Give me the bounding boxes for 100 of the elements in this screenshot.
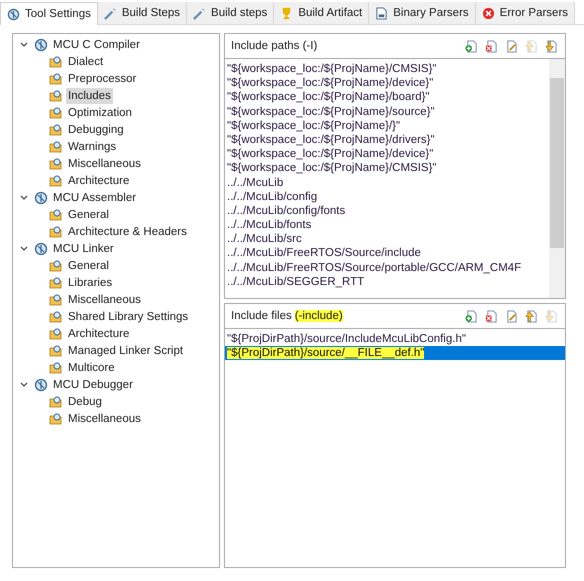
path-text: ../../McuLib/config/fonts bbox=[227, 204, 346, 217]
add-button[interactable] bbox=[463, 38, 479, 54]
path-text: "${workspace_loc:/${ProjName}/source}" bbox=[227, 106, 435, 118]
tree-item[interactable]: Libraries bbox=[66, 274, 114, 290]
tree-item[interactable]: Shared Library Settings bbox=[66, 308, 190, 324]
tree-item[interactable]: Architecture & Headers bbox=[66, 224, 189, 240]
list-row[interactable]: "${workspace_loc:/${ProjName}/source}" bbox=[225, 104, 549, 119]
tree-item[interactable]: Dialect bbox=[66, 54, 106, 70]
path-text: ../../McuLib bbox=[227, 176, 284, 188]
list-row[interactable]: ../../McuLib/FreeRTOS/Source/include bbox=[225, 246, 549, 261]
tree-item[interactable]: Miscellaneous bbox=[66, 156, 143, 172]
document-icon bbox=[375, 6, 388, 20]
chevron-icon[interactable] bbox=[19, 380, 29, 390]
list-row[interactable]: ../../McuLib/fonts bbox=[225, 218, 549, 232]
tree-item[interactable]: Architecture bbox=[66, 172, 132, 188]
folder-icon bbox=[49, 344, 63, 358]
tree-item[interactable]: MCU Debugger bbox=[51, 376, 135, 392]
error-icon bbox=[482, 6, 495, 20]
tab[interactable]: Tool Settings bbox=[0, 2, 98, 25]
folder-icon bbox=[49, 394, 63, 408]
add-button[interactable] bbox=[463, 308, 479, 324]
tree-item[interactable]: Optimization bbox=[66, 104, 134, 120]
folder-icon bbox=[49, 106, 63, 120]
path-text: "${ProjDirPath}/source/__FILE__def.h" bbox=[227, 347, 424, 360]
tab[interactable]: Build Artifact bbox=[274, 2, 370, 24]
tree-item[interactable]: Managed Linker Script bbox=[66, 342, 186, 358]
path-text: "${workspace_loc:/${ProjName}/device}" bbox=[227, 77, 434, 90]
tree-item[interactable]: MCU C Compiler bbox=[51, 36, 142, 52]
list-row[interactable]: "${ProjDirPath}/source/__FILE__def.h" bbox=[225, 346, 565, 360]
list-row[interactable]: "${workspace_loc:/${ProjName}/drivers}" bbox=[225, 132, 549, 148]
folder-icon bbox=[49, 258, 63, 272]
tree-item[interactable]: Warnings bbox=[66, 138, 118, 154]
tree-item[interactable]: MCU Linker bbox=[51, 240, 116, 256]
path-text: "${workspace_loc:/${ProjName}/CMSIS}" bbox=[227, 63, 437, 75]
tree-item[interactable]: Includes bbox=[66, 88, 113, 104]
tree-item[interactable]: Architecture bbox=[66, 326, 132, 342]
chevron-icon[interactable] bbox=[19, 244, 29, 254]
tab[interactable]: Error Parsers bbox=[476, 2, 576, 24]
folder-icon bbox=[49, 326, 63, 340]
list-row[interactable]: "${workspace_loc:/${ProjName}/board}" bbox=[225, 90, 549, 105]
scrollbar[interactable] bbox=[549, 59, 565, 298]
path-text: ../../McuLib/SEGGER_RTT bbox=[227, 276, 364, 288]
path-text: ../../McuLib/src bbox=[227, 233, 302, 246]
tree-item[interactable]: Miscellaneous bbox=[66, 410, 143, 426]
delete-button[interactable] bbox=[483, 308, 499, 324]
tab[interactable]: Build Steps bbox=[98, 2, 188, 24]
folder-icon bbox=[49, 156, 63, 170]
folder-icon bbox=[49, 224, 63, 238]
list-row[interactable]: ../../McuLib/config bbox=[225, 190, 549, 204]
tree-item[interactable]: MCU Assembler bbox=[51, 190, 138, 206]
tab[interactable]: Binary Parsers bbox=[369, 2, 476, 24]
folder-icon bbox=[49, 140, 63, 154]
list-row[interactable]: ../../McuLib/FreeRTOS/Source/portable/GCC/ARM_CM4F bbox=[225, 260, 549, 275]
list-row[interactable]: "${workspace_loc:/${ProjName}/device}" bbox=[225, 147, 549, 162]
folder-icon bbox=[49, 292, 63, 306]
panel-title: Include files bbox=[231, 310, 292, 322]
chevron-icon[interactable] bbox=[19, 192, 29, 202]
tree-item[interactable]: Multicore bbox=[66, 360, 117, 376]
tree-item[interactable]: Miscellaneous bbox=[66, 292, 143, 308]
folder-icon bbox=[49, 174, 63, 188]
list-row[interactable]: "${workspace_loc:/${ProjName}/device}" bbox=[225, 76, 549, 90]
folder-icon bbox=[49, 54, 63, 68]
chevron-icon[interactable] bbox=[19, 40, 29, 50]
wand-icon bbox=[193, 6, 206, 20]
path-text: ../../McuLib/FreeRTOS/Source/portable/GCC/ARM_CM4F bbox=[227, 262, 522, 274]
tree-item[interactable]: Debugging bbox=[66, 122, 126, 138]
list-row[interactable]: ../../McuLib/SEGGER_RTT bbox=[225, 274, 549, 289]
gear-icon bbox=[34, 190, 48, 204]
folder-icon bbox=[49, 412, 63, 426]
path-text: "${workspace_loc:/${ProjName}/device}" bbox=[227, 148, 434, 160]
folder-icon bbox=[49, 360, 63, 374]
tree-item[interactable]: General bbox=[66, 206, 111, 222]
tab[interactable]: Build steps bbox=[187, 2, 274, 24]
list-row[interactable]: ../../McuLib/src bbox=[225, 232, 549, 246]
list-row[interactable]: "${workspace_loc:/${ProjName}/CMSIS}" bbox=[225, 62, 549, 76]
wand-icon bbox=[104, 6, 117, 20]
tree-item[interactable]: Preprocessor bbox=[66, 70, 138, 86]
gear-icon bbox=[34, 378, 48, 392]
folder-icon bbox=[49, 72, 63, 86]
folder-icon bbox=[49, 310, 63, 324]
tree-item[interactable]: Debug bbox=[66, 394, 104, 410]
list-row[interactable]: "${workspace_loc:/${ProjName}/CMSIS}" bbox=[225, 161, 549, 176]
tree-item[interactable]: General bbox=[66, 258, 111, 274]
list-row[interactable]: ../../McuLib/config/fonts bbox=[225, 204, 549, 218]
path-text: "${workspace_loc:/${ProjName}/board}" bbox=[227, 91, 430, 104]
list-row[interactable]: ../../McuLib bbox=[225, 176, 549, 190]
down-button[interactable] bbox=[543, 38, 559, 54]
path-text: ../../McuLib/config bbox=[227, 190, 318, 203]
path-text: "${workspace_loc:/${ProjName}/}" bbox=[227, 120, 400, 132]
up-button[interactable] bbox=[523, 308, 539, 324]
list-row[interactable]: "${ProjDirPath}/source/IncludeMcuLibConfig.h" bbox=[225, 332, 565, 346]
path-text: "${workspace_loc:/${ProjName}/CMSIS}" bbox=[227, 162, 437, 174]
folder-icon bbox=[49, 208, 63, 222]
folder-icon bbox=[49, 88, 63, 102]
delete-button[interactable] bbox=[483, 38, 499, 54]
gear-icon bbox=[34, 38, 48, 52]
gear-icon bbox=[7, 8, 20, 20]
panel-title: Include paths (-I) bbox=[231, 40, 318, 52]
folder-icon bbox=[49, 122, 63, 136]
list-row[interactable]: "${workspace_loc:/${ProjName}/}" bbox=[225, 118, 549, 133]
